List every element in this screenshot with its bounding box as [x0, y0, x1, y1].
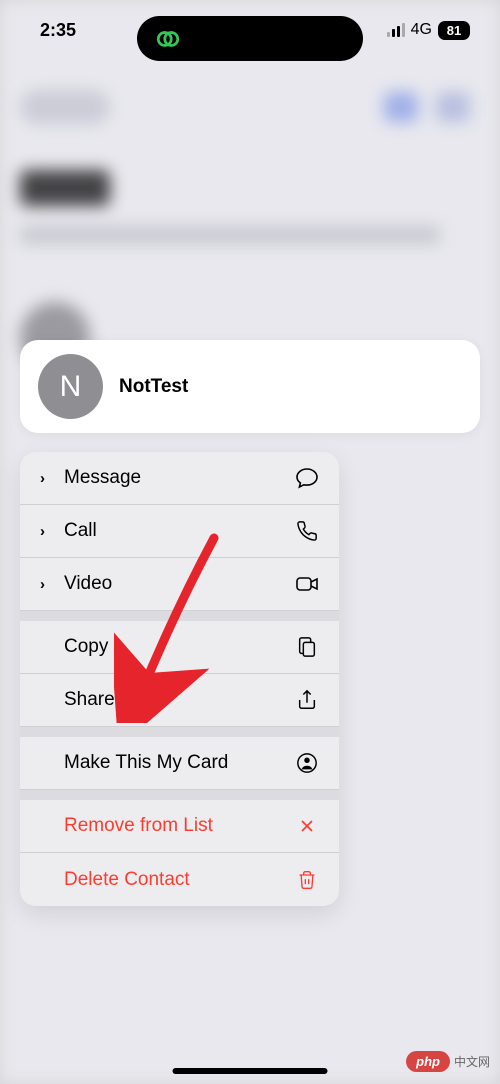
trash-icon [295, 868, 319, 892]
menu-call[interactable]: › Call [20, 505, 339, 558]
contact-card[interactable]: N NotTest [20, 340, 480, 433]
menu-label: Call [64, 520, 97, 542]
home-indicator[interactable] [173, 1068, 328, 1074]
menu-label: Copy [64, 636, 108, 658]
menu-separator [20, 790, 339, 800]
chevron-right-icon: › [40, 470, 52, 487]
status-bar: 2:35 4G 81 [0, 0, 500, 60]
link-icon [153, 24, 183, 54]
message-icon [295, 466, 319, 490]
menu-delete-contact[interactable]: › Delete Contact [20, 853, 339, 906]
menu-video[interactable]: › Video [20, 558, 339, 611]
avatar: N [38, 354, 103, 419]
watermark-badge: php [406, 1051, 450, 1072]
menu-label: Message [64, 467, 141, 489]
network-type: 4G [411, 21, 432, 39]
person-circle-icon [295, 751, 319, 775]
menu-label: Delete Contact [64, 869, 190, 891]
copy-icon [295, 635, 319, 659]
watermark: php 中文网 [406, 1051, 490, 1072]
status-time: 2:35 [40, 20, 76, 41]
video-icon [295, 572, 319, 596]
signal-icon [387, 23, 405, 37]
menu-label: Share [64, 689, 115, 711]
menu-separator [20, 727, 339, 737]
menu-remove-from-list[interactable]: › Remove from List [20, 800, 339, 853]
menu-label: Video [64, 573, 112, 595]
share-icon [295, 688, 319, 712]
menu-share[interactable]: › Share [20, 674, 339, 727]
menu-copy[interactable]: › Copy [20, 621, 339, 674]
context-menu: › Message › Call › Video [20, 452, 339, 906]
x-icon [295, 814, 319, 838]
menu-make-my-card[interactable]: › Make This My Card [20, 737, 339, 790]
menu-label: Make This My Card [64, 752, 228, 774]
menu-separator [20, 611, 339, 621]
watermark-text: 中文网 [454, 1053, 490, 1070]
status-right: 4G 81 [387, 21, 470, 40]
chevron-right-icon: › [40, 523, 52, 540]
dynamic-island[interactable] [137, 16, 363, 61]
battery-indicator: 81 [438, 21, 470, 40]
menu-message[interactable]: › Message [20, 452, 339, 505]
chevron-right-icon: › [40, 576, 52, 593]
menu-label: Remove from List [64, 815, 213, 837]
contact-name: NotTest [119, 376, 188, 398]
phone-icon [295, 519, 319, 543]
